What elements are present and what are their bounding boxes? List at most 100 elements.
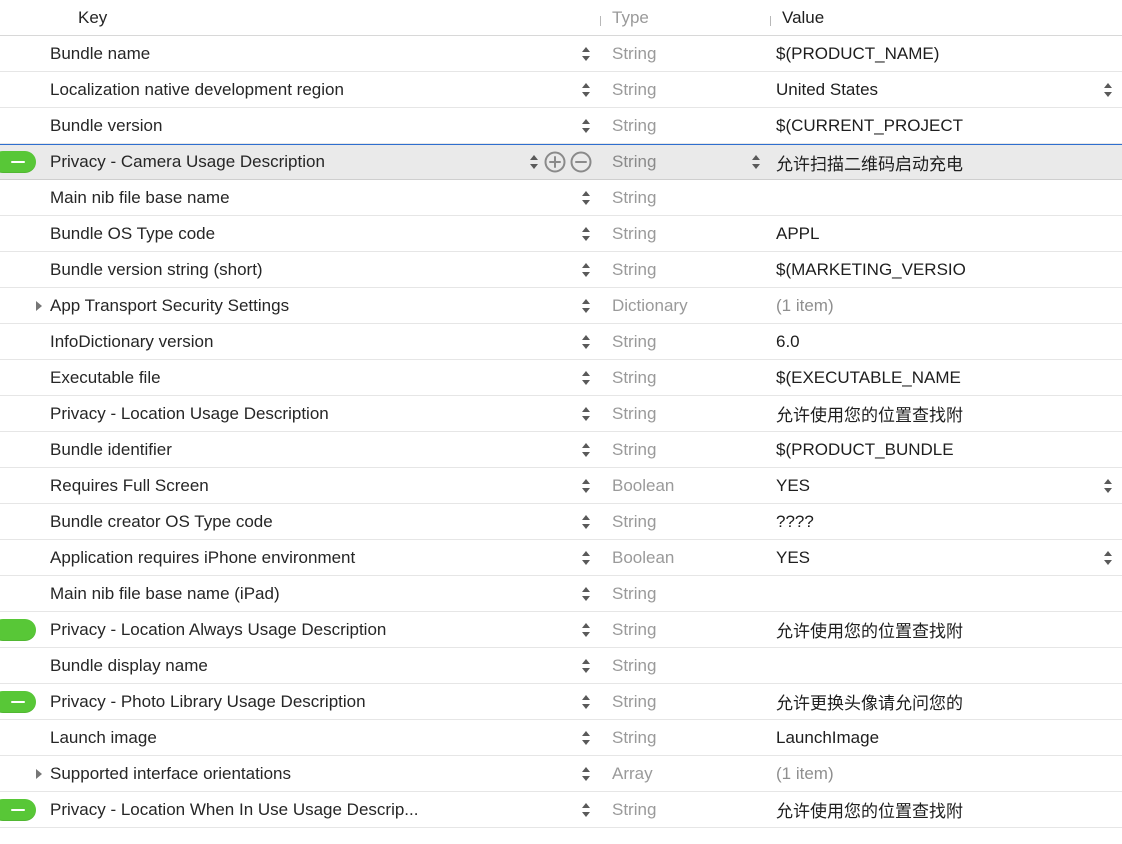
key-cell[interactable]: Bundle identifier bbox=[0, 440, 600, 460]
table-row[interactable]: Privacy - Location Always Usage Descript… bbox=[0, 612, 1122, 648]
key-stepper-icon[interactable] bbox=[580, 261, 592, 279]
key-stepper-icon[interactable] bbox=[580, 81, 592, 99]
key-stepper-icon[interactable] bbox=[580, 189, 592, 207]
type-cell[interactable]: String bbox=[600, 620, 770, 640]
key-cell[interactable]: Requires Full Screen bbox=[0, 476, 600, 496]
value-cell[interactable]: 允许使用您的位置查找附 bbox=[770, 797, 1122, 822]
type-cell[interactable]: String bbox=[600, 512, 770, 532]
key-cell[interactable]: Bundle name bbox=[0, 44, 600, 64]
key-cell[interactable]: Bundle version bbox=[0, 116, 600, 136]
type-cell[interactable]: String bbox=[600, 440, 770, 460]
type-cell[interactable]: String bbox=[600, 224, 770, 244]
key-cell[interactable]: Privacy - Location Usage Description bbox=[0, 404, 600, 424]
type-cell[interactable]: String bbox=[600, 728, 770, 748]
key-cell[interactable]: Bundle version string (short) bbox=[0, 260, 600, 280]
table-row[interactable]: Application requires iPhone environmentB… bbox=[0, 540, 1122, 576]
value-stepper-icon[interactable] bbox=[1102, 477, 1114, 495]
value-cell[interactable]: 允许使用您的位置查找附 bbox=[770, 401, 1122, 426]
value-cell[interactable]: 允许扫描二维码启动充电 bbox=[770, 150, 1122, 175]
type-cell[interactable]: Boolean bbox=[600, 476, 770, 496]
type-cell[interactable]: String bbox=[600, 44, 770, 64]
key-cell[interactable]: Main nib file base name (iPad) bbox=[0, 584, 600, 604]
key-stepper-icon[interactable] bbox=[580, 621, 592, 639]
key-cell[interactable]: Bundle creator OS Type code bbox=[0, 512, 600, 532]
table-row[interactable]: Bundle versionString$(CURRENT_PROJECT bbox=[0, 108, 1122, 144]
table-row[interactable]: Main nib file base nameString bbox=[0, 180, 1122, 216]
key-stepper-icon[interactable] bbox=[580, 441, 592, 459]
table-row[interactable]: Privacy - Location When In Use Usage Des… bbox=[0, 792, 1122, 828]
diff-badge[interactable] bbox=[0, 619, 36, 641]
table-row[interactable]: Privacy - Photo Library Usage Descriptio… bbox=[0, 684, 1122, 720]
add-row-button[interactable] bbox=[544, 151, 566, 173]
key-cell[interactable]: Bundle display name bbox=[0, 656, 600, 676]
key-stepper-icon[interactable] bbox=[580, 297, 592, 315]
type-cell[interactable]: String bbox=[600, 404, 770, 424]
table-row[interactable]: Privacy - Camera Usage DescriptionString… bbox=[0, 144, 1122, 180]
table-row[interactable]: Executable fileString$(EXECUTABLE_NAME bbox=[0, 360, 1122, 396]
key-cell[interactable]: Application requires iPhone environment bbox=[0, 548, 600, 568]
table-row[interactable]: Bundle creator OS Type codeString???? bbox=[0, 504, 1122, 540]
value-cell[interactable]: 6.0 bbox=[770, 332, 1122, 352]
key-cell[interactable]: InfoDictionary version bbox=[0, 332, 600, 352]
value-cell[interactable]: $(PRODUCT_BUNDLE bbox=[770, 440, 1122, 460]
key-cell[interactable]: App Transport Security Settings bbox=[0, 296, 600, 316]
diff-badge[interactable] bbox=[0, 799, 36, 821]
value-cell[interactable]: $(CURRENT_PROJECT bbox=[770, 116, 1122, 136]
table-row[interactable]: Bundle nameString$(PRODUCT_NAME) bbox=[0, 36, 1122, 72]
table-row[interactable]: Main nib file base name (iPad)String bbox=[0, 576, 1122, 612]
header-type[interactable]: Type bbox=[600, 8, 770, 28]
table-row[interactable]: Requires Full ScreenBooleanYES bbox=[0, 468, 1122, 504]
table-row[interactable]: Launch imageStringLaunchImage bbox=[0, 720, 1122, 756]
type-cell[interactable]: String bbox=[600, 80, 770, 100]
key-stepper-icon[interactable] bbox=[580, 513, 592, 531]
type-cell[interactable]: String bbox=[600, 188, 770, 208]
key-cell[interactable]: Bundle OS Type code bbox=[0, 224, 600, 244]
value-stepper-icon[interactable] bbox=[1102, 549, 1114, 567]
key-cell[interactable]: Privacy - Photo Library Usage Descriptio… bbox=[0, 692, 600, 712]
value-cell[interactable]: United States bbox=[770, 80, 1122, 100]
value-cell[interactable]: ???? bbox=[770, 512, 1122, 532]
value-cell[interactable]: 允许使用您的位置查找附 bbox=[770, 617, 1122, 642]
type-cell[interactable]: String bbox=[600, 152, 770, 172]
header-key[interactable]: Key bbox=[0, 8, 600, 28]
value-cell[interactable]: LaunchImage bbox=[770, 728, 1122, 748]
type-cell[interactable]: String bbox=[600, 656, 770, 676]
type-cell[interactable]: Dictionary bbox=[600, 296, 770, 316]
chevron-right-icon[interactable] bbox=[34, 768, 44, 780]
key-stepper-icon[interactable] bbox=[528, 153, 540, 171]
key-cell[interactable]: Executable file bbox=[0, 368, 600, 388]
table-row[interactable]: InfoDictionary versionString6.0 bbox=[0, 324, 1122, 360]
value-cell[interactable]: APPL bbox=[770, 224, 1122, 244]
key-cell[interactable]: Privacy - Camera Usage Description bbox=[0, 151, 600, 173]
chevron-right-icon[interactable] bbox=[34, 300, 44, 312]
table-row[interactable]: Supported interface orientationsArray(1 … bbox=[0, 756, 1122, 792]
key-cell[interactable]: Supported interface orientations bbox=[0, 764, 600, 784]
key-stepper-icon[interactable] bbox=[580, 801, 592, 819]
key-stepper-icon[interactable] bbox=[580, 333, 592, 351]
value-cell[interactable]: 允许更换头像请允问您的 bbox=[770, 689, 1122, 714]
diff-badge[interactable] bbox=[0, 691, 36, 713]
type-cell[interactable]: String bbox=[600, 332, 770, 352]
table-row[interactable]: Bundle display nameString bbox=[0, 648, 1122, 684]
value-cell[interactable]: $(MARKETING_VERSIO bbox=[770, 260, 1122, 280]
key-stepper-icon[interactable] bbox=[580, 765, 592, 783]
value-cell[interactable]: $(PRODUCT_NAME) bbox=[770, 44, 1122, 64]
table-row[interactable]: Bundle version string (short)String$(MAR… bbox=[0, 252, 1122, 288]
key-stepper-icon[interactable] bbox=[580, 225, 592, 243]
value-cell[interactable]: $(EXECUTABLE_NAME bbox=[770, 368, 1122, 388]
type-stepper-icon[interactable] bbox=[750, 153, 762, 171]
type-cell[interactable]: String bbox=[600, 584, 770, 604]
key-cell[interactable]: Privacy - Location When In Use Usage Des… bbox=[0, 800, 600, 820]
key-stepper-icon[interactable] bbox=[580, 405, 592, 423]
key-stepper-icon[interactable] bbox=[580, 657, 592, 675]
key-cell[interactable]: Localization native development region bbox=[0, 80, 600, 100]
value-cell[interactable]: YES bbox=[770, 476, 1122, 496]
key-stepper-icon[interactable] bbox=[580, 477, 592, 495]
key-stepper-icon[interactable] bbox=[580, 369, 592, 387]
key-stepper-icon[interactable] bbox=[580, 549, 592, 567]
type-cell[interactable]: String bbox=[600, 692, 770, 712]
table-row[interactable]: App Transport Security SettingsDictionar… bbox=[0, 288, 1122, 324]
remove-row-button[interactable] bbox=[570, 151, 592, 173]
table-row[interactable]: Localization native development regionSt… bbox=[0, 72, 1122, 108]
value-cell[interactable]: YES bbox=[770, 548, 1122, 568]
